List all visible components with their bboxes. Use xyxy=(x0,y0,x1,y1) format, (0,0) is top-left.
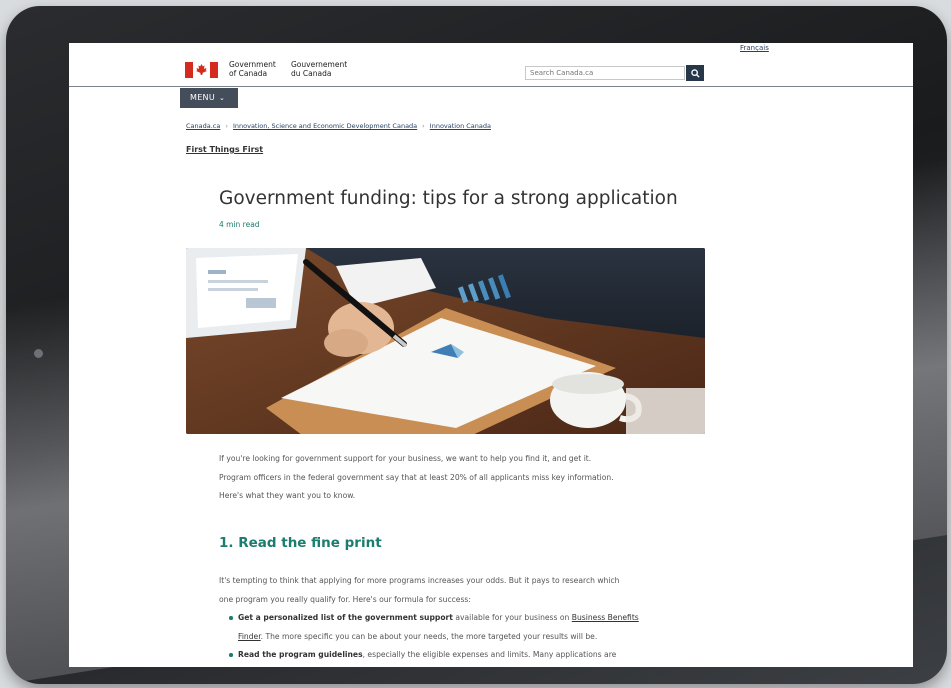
intro-line-1: If you're looking for government support… xyxy=(219,454,592,463)
section-link-first-things-first[interactable]: First Things First xyxy=(186,145,263,154)
para-1-line-2: one program you really qualify for. Here… xyxy=(219,594,471,604)
header-divider xyxy=(69,86,913,87)
list-item: Get a personalized list of the governmen… xyxy=(229,609,689,646)
camera-icon xyxy=(34,349,43,358)
intro-line-3: Here's what they want you to know. xyxy=(219,491,356,500)
wordmark-french[interactable]: Gouvernement du Canada xyxy=(291,60,347,78)
para-1-line-1: It's tempting to think that applying for… xyxy=(219,576,620,585)
language-toggle-link[interactable]: Français xyxy=(740,44,769,52)
search-icon xyxy=(690,68,700,78)
tips-list: Get a personalized list of the governmen… xyxy=(229,609,689,665)
tablet-device-frame: Français Government of Canada Gouverneme… xyxy=(6,6,947,684)
bullet-1-text-2: . The more specific you can be about you… xyxy=(260,631,598,641)
menu-button[interactable]: MENU ⌄ xyxy=(180,88,238,108)
chevron-down-icon: ⌄ xyxy=(219,94,226,102)
menu-label: MENU xyxy=(190,93,215,102)
wordmark-fr-line-2: du Canada xyxy=(291,68,332,78)
section-heading-read-fine-print: 1. Read the fine print xyxy=(219,535,382,551)
wordmark-english[interactable]: Government of Canada xyxy=(229,60,276,78)
breadcrumb-item-innovation-canada[interactable]: Innovation Canada xyxy=(430,122,491,130)
bullet-2-bold: Read the program guidelines xyxy=(238,650,363,659)
breadcrumb-item-canada[interactable]: Canada.ca xyxy=(186,122,220,130)
page-title: Government funding: tips for a strong ap… xyxy=(219,188,678,209)
bullet-2-text: , especially the eligible expenses and l… xyxy=(362,650,617,659)
breadcrumb-separator-icon: › xyxy=(225,122,228,130)
breadcrumb: Canada.ca › Innovation, Science and Econom… xyxy=(186,122,491,130)
list-item: Read the program guidelines, especially … xyxy=(229,646,689,665)
bullet-1-text: available for your business on xyxy=(452,613,572,622)
hero-photo-illustration xyxy=(186,248,705,434)
article-paragraph-1: It's tempting to think that applying for… xyxy=(219,572,689,609)
business-benefits-finder-link-cont[interactable]: Finder xyxy=(238,632,261,641)
search-input[interactable] xyxy=(525,66,685,80)
canada-flag-icon xyxy=(185,62,218,78)
browser-screen: Français Government of Canada Gouverneme… xyxy=(69,43,913,667)
breadcrumb-item-ised[interactable]: Innovation, Science and Economic Develop… xyxy=(233,122,417,130)
breadcrumb-separator-icon: › xyxy=(422,122,425,130)
search-button[interactable] xyxy=(686,65,704,81)
hero-image xyxy=(186,248,705,434)
article-intro-paragraph: If you're looking for government support… xyxy=(219,450,689,506)
bullet-1-bold: Get a personalized list of the governmen… xyxy=(238,613,453,622)
intro-line-2: Program officers in the federal governme… xyxy=(219,472,614,482)
wordmark-en-line-2: of Canada xyxy=(229,68,268,78)
business-benefits-finder-link[interactable]: Business Benefits xyxy=(572,613,639,622)
read-time: 4 min read xyxy=(219,220,260,229)
